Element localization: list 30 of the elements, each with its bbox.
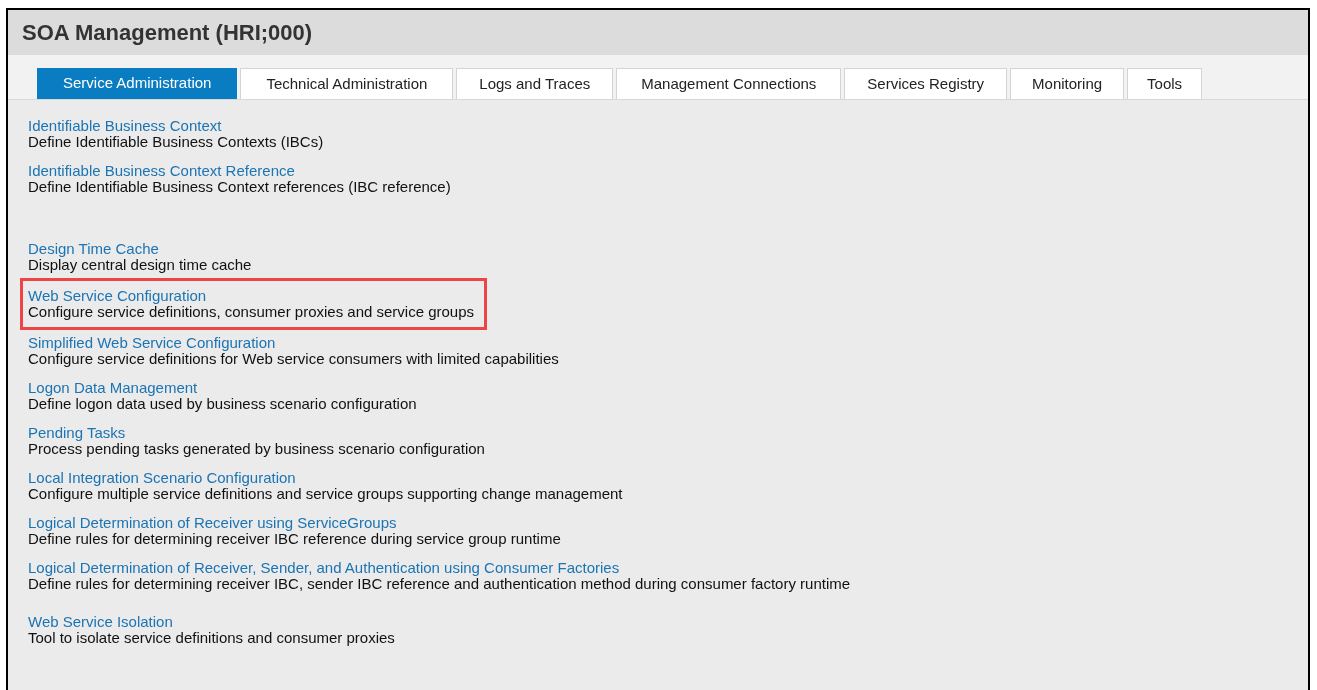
tab[interactable]: Logs and Traces (456, 68, 614, 99)
window-title: SOA Management (HRI;000) (22, 19, 313, 47)
link[interactable]: Simplified Web Service Configuration (28, 335, 276, 351)
tab[interactable]: Technical Administration (240, 68, 454, 99)
link[interactable]: Identifiable Business Context Reference (28, 163, 295, 179)
link[interactable]: Logical Determination of Receiver using ServiceGroups (28, 515, 397, 531)
tab[interactable]: Tools (1127, 68, 1203, 99)
link[interactable]: Logon Data Management (28, 380, 198, 396)
link[interactable]: Identifiable Business Context (28, 118, 222, 134)
tab[interactable]: Monitoring (1010, 68, 1125, 99)
description: Define Identifiable Business Contexts (IBCs) (28, 134, 324, 150)
description: Define Identifiable Business Context references (IBC reference) (28, 179, 451, 195)
link[interactable]: Web Service Configuration (28, 288, 207, 304)
description: Configure service definitions, consumer proxies and service groups (28, 304, 475, 320)
description: Display central design time cache (28, 257, 252, 273)
description: Define logon data used by business scenario configuration (28, 396, 417, 412)
description: Process pending tasks generated by business scenario configuration (28, 441, 485, 457)
tab[interactable]: Management Connections (616, 68, 842, 99)
description: Configure multiple service definitions and service groups supporting change management (28, 486, 623, 502)
description: Tool to isolate service definitions and consumer proxies (28, 630, 395, 646)
description: Configure service definitions for Web service consumers with limited capabilities (28, 351, 559, 367)
description: Define rules for determining receiver IBC reference during service group runtime (28, 531, 561, 547)
link[interactable]: Pending Tasks (28, 425, 126, 441)
link[interactable]: Design Time Cache (28, 241, 159, 257)
description: Define rules for determining receiver IBC, sender IBC reference and authentication method during consumer factory runtime (28, 576, 851, 592)
tab[interactable]: Service Administration (37, 68, 238, 99)
link[interactable]: Web Service Isolation (28, 614, 173, 630)
link[interactable]: Logical Determination of Receiver, Sender, and Authentication using Consumer Factories (28, 560, 620, 576)
link[interactable]: Local Integration Scenario Configuration (28, 470, 296, 486)
tab[interactable]: Services Registry (844, 68, 1008, 99)
